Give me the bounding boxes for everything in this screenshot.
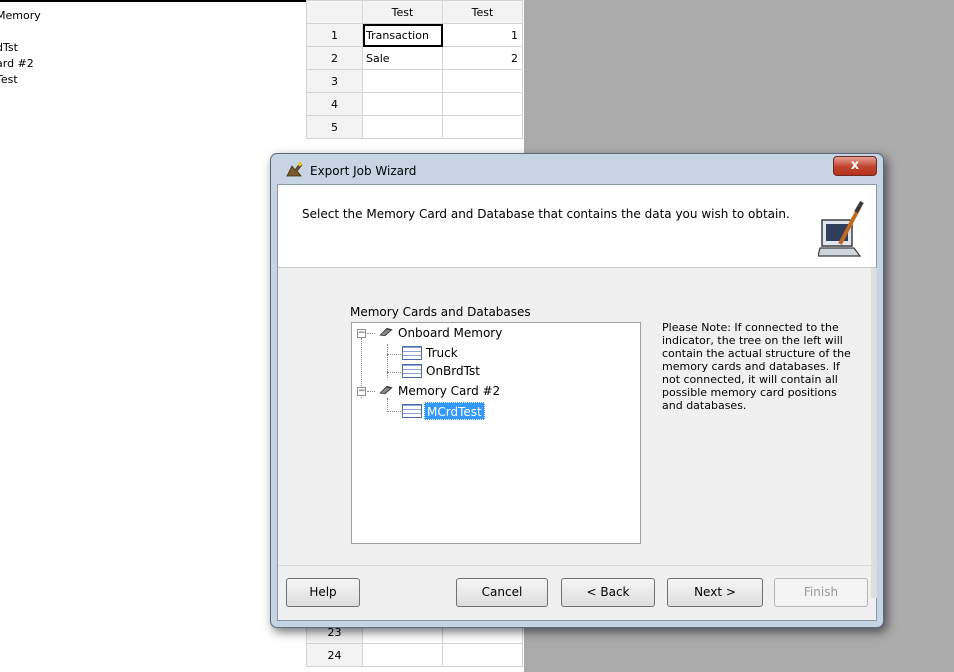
grid-cell[interactable] (362, 115, 443, 139)
row-number[interactable]: 4 (306, 92, 363, 116)
grid-cell[interactable]: Transaction (362, 23, 443, 47)
tree-node-onbrdtst[interactable]: OnBrdTst (426, 362, 480, 380)
grid-cell[interactable]: Sale (362, 46, 443, 70)
table-row: 1 Transaction 1 (306, 23, 523, 47)
left-tree-item[interactable]: dTst (0, 40, 296, 56)
grid-cell[interactable]: 1 (442, 23, 523, 47)
grid-column-header[interactable]: Test (442, 0, 523, 24)
grid-corner (306, 0, 363, 24)
database-icon (402, 346, 422, 360)
row-number[interactable]: 2 (306, 46, 363, 70)
help-button[interactable]: Help (286, 578, 360, 607)
row-number[interactable]: 24 (306, 643, 363, 667)
database-icon (402, 364, 422, 378)
dialog-titlebar[interactable]: Export Job Wizard x (271, 154, 883, 184)
tree-connector (387, 372, 401, 373)
please-note-text: Please Note: If connected to the indicat… (662, 321, 851, 412)
memory-card-icon (379, 385, 393, 395)
grid-column-header[interactable]: Test (362, 0, 443, 24)
tree-node-memory-card-2[interactable]: Memory Card #2 (398, 382, 500, 400)
tree-connector (367, 333, 375, 334)
table-row: 2 Sale 2 (306, 46, 523, 70)
table-row: 3 (306, 69, 523, 93)
grid-cell[interactable] (362, 643, 443, 667)
wizard-wand-icon (286, 162, 304, 178)
footer-divider (278, 565, 876, 566)
computer-wand-icon (817, 200, 864, 260)
collapse-icon[interactable]: − (357, 387, 366, 396)
grid-cell[interactable] (362, 69, 443, 93)
grid-cell[interactable]: 2 (442, 46, 523, 70)
next-button[interactable]: Next > (667, 578, 763, 607)
back-button[interactable]: < Back (561, 578, 655, 607)
left-tree-item[interactable]: Memory (0, 8, 296, 24)
left-tree-item[interactable]: ard #2 (0, 56, 296, 72)
left-tree-panel: Memory dTst ard #2 Test (0, 8, 300, 88)
tree-node-mcrdtest[interactable]: MCrdTest (424, 402, 485, 420)
dialog-client-area: Select the Memory Card and Database that… (277, 184, 877, 621)
dialog-title: Export Job Wizard (310, 164, 417, 178)
memory-card-icon (379, 327, 393, 337)
tree-connector (387, 411, 401, 412)
tree-node-truck[interactable]: Truck (426, 344, 458, 362)
grid-header-row: Test Test (306, 0, 523, 24)
grid-cell[interactable] (442, 92, 523, 116)
database-icon (402, 404, 422, 418)
row-number[interactable]: 3 (306, 69, 363, 93)
grid-cell[interactable] (362, 92, 443, 116)
close-button[interactable]: x (833, 156, 877, 176)
grid-cell[interactable] (442, 115, 523, 139)
table-row: 5 (306, 115, 523, 139)
tree-connector (367, 391, 375, 392)
left-tree-item[interactable]: Test (0, 72, 296, 88)
tree-group-label: Memory Cards and Databases (350, 305, 531, 319)
cancel-button[interactable]: Cancel (456, 578, 548, 607)
tree-connector (387, 354, 401, 355)
finish-button[interactable]: Finish (774, 578, 868, 607)
tree-node-onboard-memory[interactable]: Onboard Memory (398, 324, 502, 342)
memory-card-tree[interactable]: − Onboard Memory Truck OnBrdTst − Memory… (351, 322, 641, 544)
wizard-header: Select the Memory Card and Database that… (278, 185, 876, 268)
collapse-icon[interactable]: − (357, 329, 366, 338)
scrollbar[interactable] (871, 268, 877, 598)
table-row: 24 (306, 643, 523, 667)
instruction-text: Select the Memory Card and Database that… (302, 207, 790, 221)
grid-cell[interactable] (442, 69, 523, 93)
left-tree-item[interactable] (0, 24, 296, 40)
row-number[interactable]: 5 (306, 115, 363, 139)
export-job-wizard-dialog: Export Job Wizard x Select the Memory Ca… (270, 153, 884, 628)
tree-connector (387, 398, 388, 412)
grid-cell[interactable] (442, 643, 523, 667)
table-row: 4 (306, 92, 523, 116)
row-number[interactable]: 1 (306, 23, 363, 47)
